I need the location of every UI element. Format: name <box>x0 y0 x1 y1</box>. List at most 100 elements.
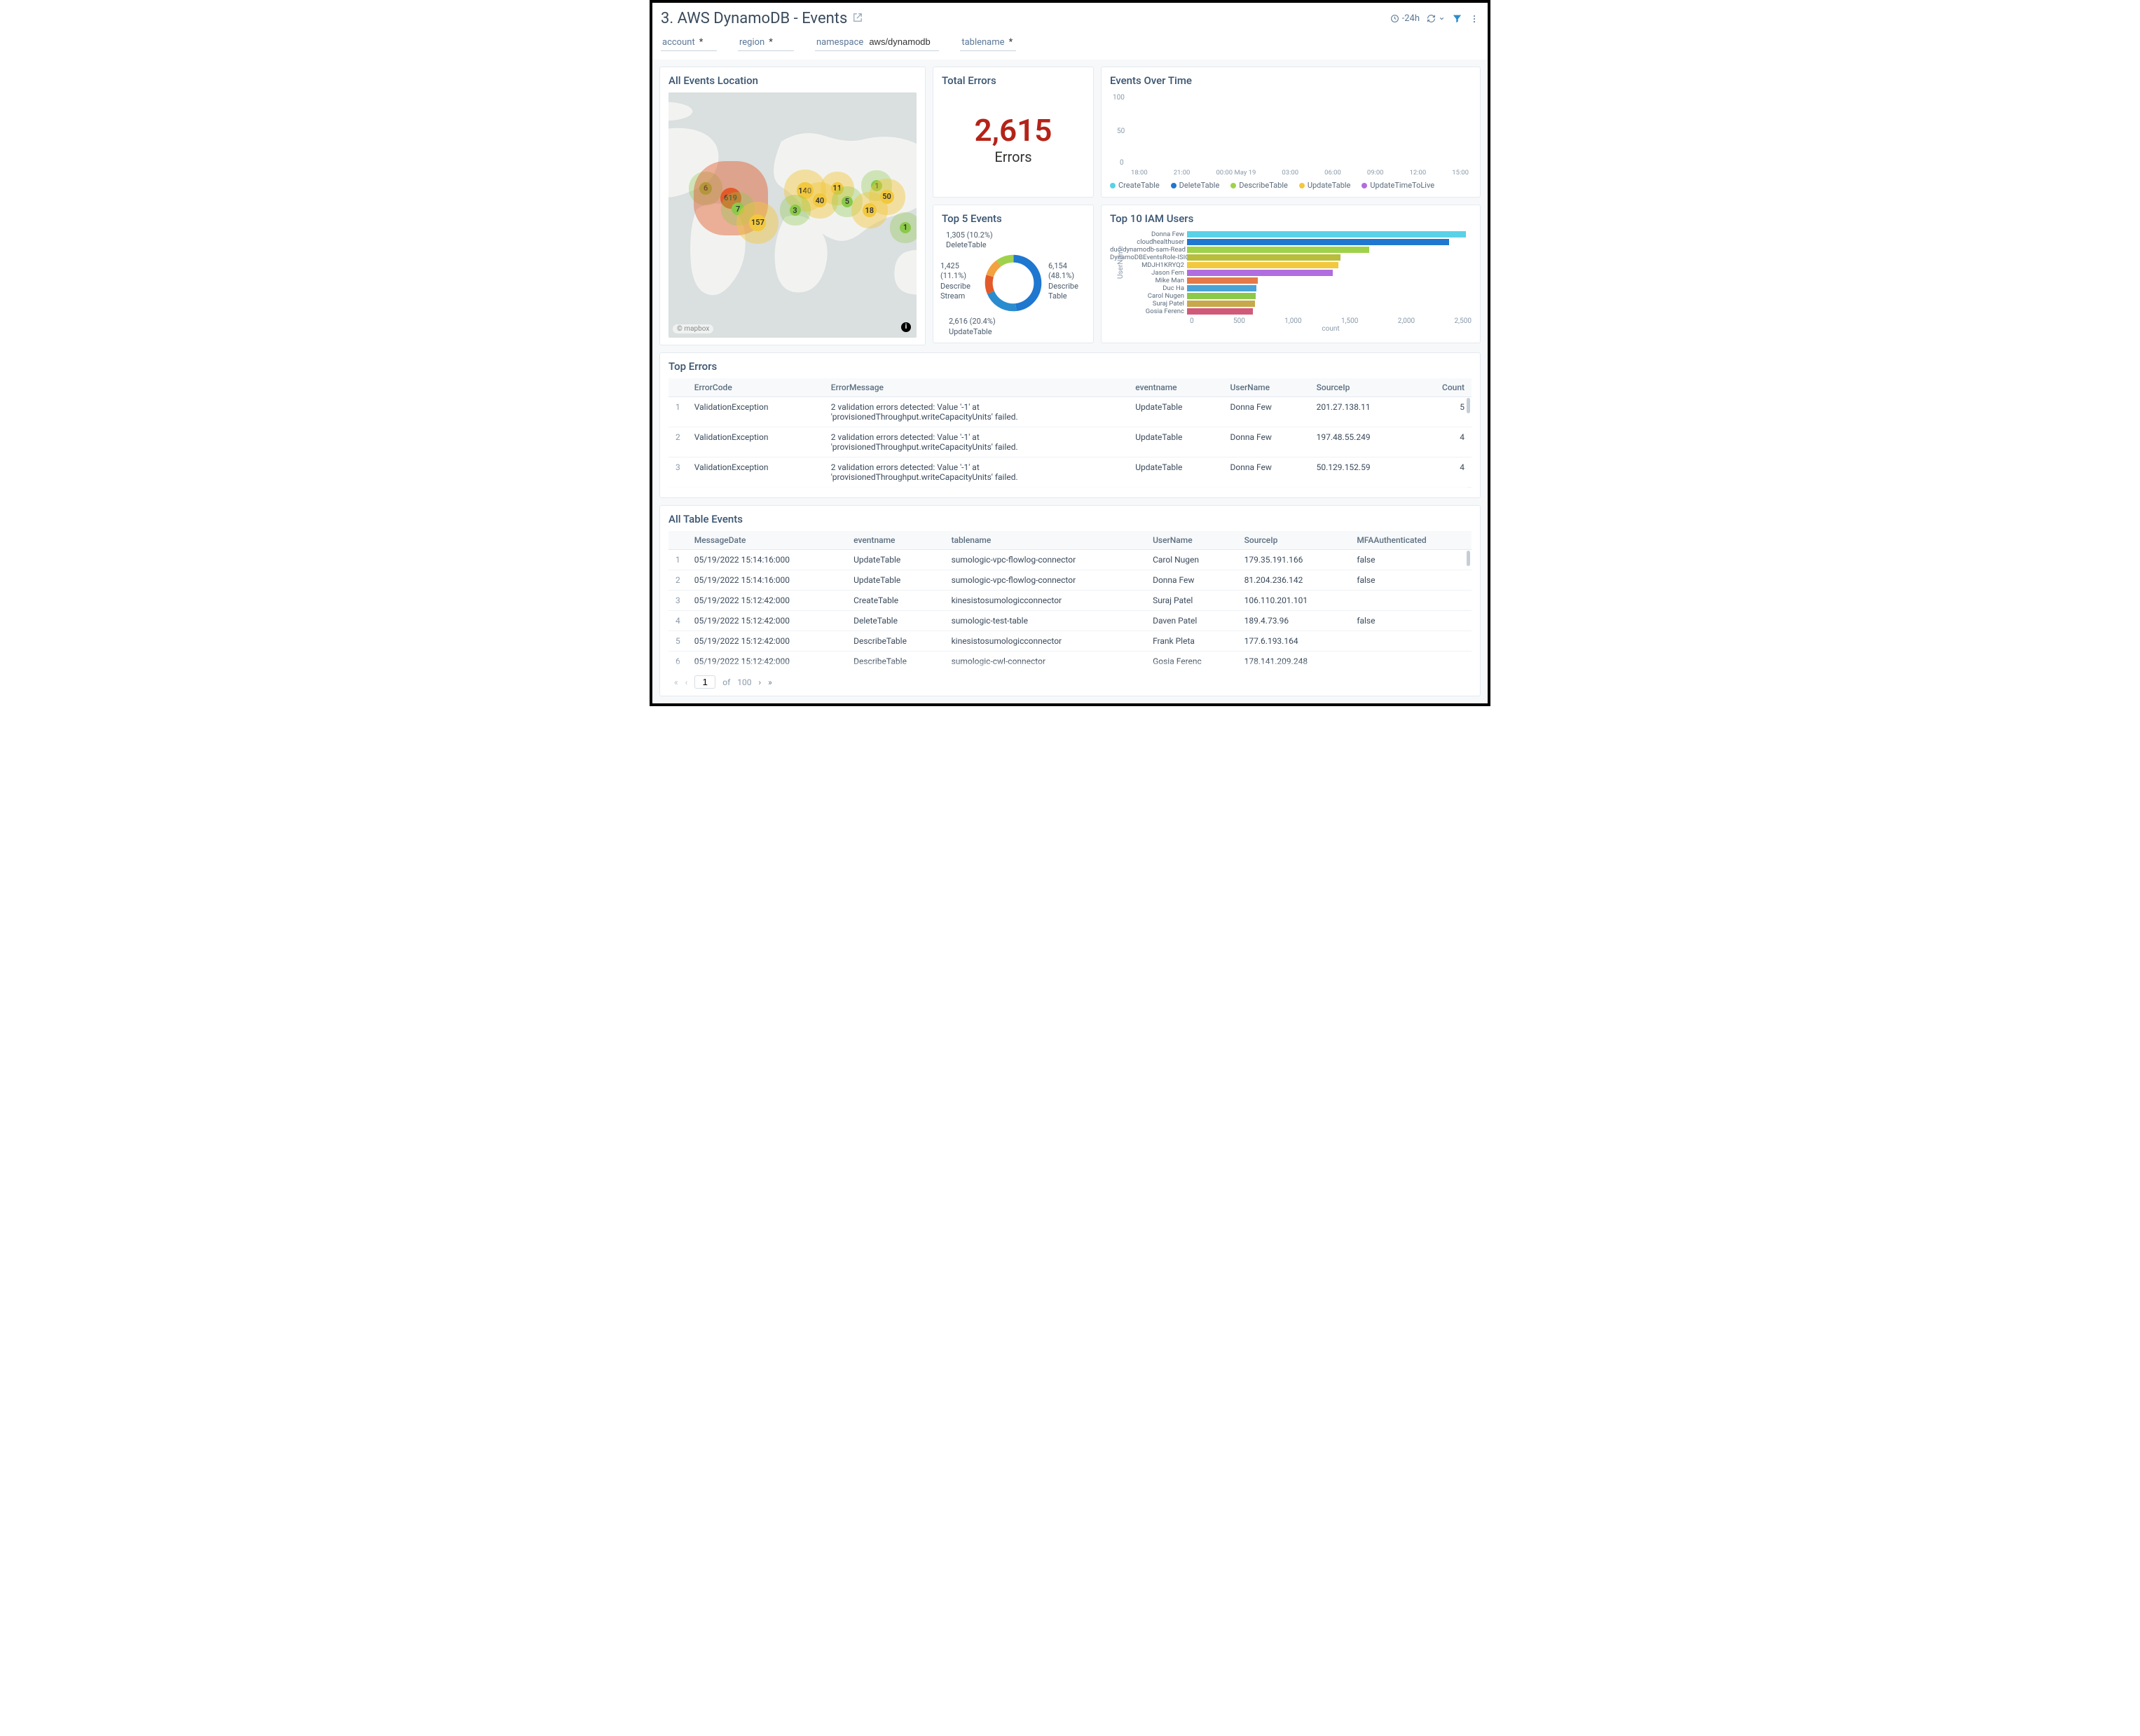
map-bubble[interactable]: 5 <box>842 196 853 207</box>
donut-label: 1,425 (11.1%) Describe Stream <box>940 261 982 301</box>
iam-user-name: Donna Few <box>1110 230 1187 238</box>
iam-bar-row[interactable]: MDJH1KRYQ2 <box>1110 261 1472 269</box>
legend-item[interactable]: DescribeTable <box>1230 181 1288 190</box>
filter-namespace[interactable]: namespace <box>815 34 939 51</box>
table-row[interactable]: 305/19/2022 15:12:42:000CreateTablekines… <box>668 591 1472 611</box>
world-map[interactable]: 66197157140403115150181 © mapbox i <box>668 92 917 338</box>
scrollbar-thumb[interactable] <box>1467 551 1470 566</box>
col-header[interactable]: eventname <box>846 531 944 550</box>
map-bubble[interactable]: 11 <box>831 182 844 195</box>
pager-page-input[interactable] <box>694 675 715 689</box>
x-tick: 15:00 <box>1452 169 1469 177</box>
col-header[interactable]: UserName <box>1146 531 1237 550</box>
filter-tablename[interactable]: tablename * <box>960 36 1016 51</box>
col-header[interactable]: ErrorCode <box>687 378 824 397</box>
page-title: 3. AWS DynamoDB - Events <box>661 10 847 27</box>
table-row[interactable]: 405/19/2022 15:12:42:000DeleteTablesumol… <box>668 611 1472 631</box>
map-bubble[interactable]: 50 <box>880 190 894 204</box>
namespace-input[interactable] <box>867 36 938 48</box>
col-header[interactable]: UserName <box>1223 378 1309 397</box>
iam-bar-row[interactable]: Jason Fem <box>1110 269 1472 277</box>
x-tick: 18:00 <box>1131 169 1148 177</box>
panel-title: Total Errors <box>942 74 1085 87</box>
iam-bar-row[interactable]: Carol Nugen <box>1110 292 1472 300</box>
refresh-button[interactable] <box>1427 14 1445 23</box>
donut-chart <box>981 251 1045 315</box>
pager-first[interactable]: « <box>674 677 678 687</box>
popout-icon[interactable] <box>853 13 863 25</box>
col-header[interactable]: Count <box>1429 378 1472 397</box>
map-bubble[interactable]: 3 <box>790 205 801 216</box>
y-tick: 100 <box>1113 94 1125 102</box>
iam-bar-row[interactable]: cloudhealthuser <box>1110 238 1472 246</box>
map-bubble[interactable]: 157 <box>749 214 766 231</box>
col-header[interactable]: SourceIp <box>1237 531 1350 550</box>
pager-next[interactable]: › <box>759 677 762 687</box>
table-row[interactable]: 2ValidationException2 validation errors … <box>668 427 1472 457</box>
iam-bar-row[interactable]: Mike Man <box>1110 277 1472 284</box>
time-range-picker[interactable]: -24h <box>1390 13 1420 24</box>
scrollbar-thumb[interactable] <box>1467 398 1470 413</box>
legend-item[interactable]: UpdateTimeToLive <box>1361 181 1434 190</box>
legend-item[interactable]: CreateTable <box>1110 181 1160 190</box>
mapbox-attribution: © mapbox <box>673 324 713 333</box>
iam-bar-row[interactable]: Donna Few <box>1110 230 1472 238</box>
col-header[interactable]: eventname <box>1128 378 1223 397</box>
filter-label: namespace <box>816 37 863 48</box>
pager-of: of <box>722 677 730 687</box>
filter-button[interactable] <box>1452 13 1462 24</box>
map-bubble[interactable]: 140 <box>797 182 814 199</box>
map-bubble[interactable]: 6 <box>699 182 712 195</box>
x-tick: 2,000 <box>1398 317 1415 325</box>
kebab-menu[interactable] <box>1469 14 1479 24</box>
pager-last[interactable]: » <box>768 677 772 687</box>
map-info-icon[interactable]: i <box>901 322 911 332</box>
iam-bar-row[interactable]: DynamoDBEventsRole-ISIQ <box>1110 254 1472 261</box>
table-row[interactable]: 205/19/2022 15:14:16:000UpdateTablesumol… <box>668 570 1472 591</box>
x-tick: 0 <box>1190 317 1194 325</box>
pager-prev[interactable]: ‹ <box>685 677 688 687</box>
map-bubble[interactable]: 7 <box>732 202 744 215</box>
panel-title: Top Errors <box>668 360 1472 373</box>
time-range-label: -24h <box>1402 13 1420 24</box>
chevron-down-icon <box>1439 15 1445 22</box>
table-row[interactable]: 505/19/2022 15:12:42:000DescribeTablekin… <box>668 631 1472 652</box>
events-timechart[interactable]: 100 50 0 18:0021:0000:00 May 1903:0006:0… <box>1110 92 1472 177</box>
iam-barchart[interactable]: UserName Donna Fewcloudhealthuserduc-dyn… <box>1110 230 1472 315</box>
col-header[interactable]: tablename <box>945 531 1146 550</box>
donut-label: 2,616 (20.4%) UpdateTable <box>949 317 1008 337</box>
filter-region[interactable]: region * <box>738 36 794 51</box>
y-tick: 50 <box>1117 128 1125 135</box>
x-tick: 09:00 <box>1367 169 1384 177</box>
map-bubble[interactable]: 18 <box>863 203 877 217</box>
top5-donut[interactable]: 1,305 (10.2%) DeleteTable 1,425 (11.1%) … <box>942 230 1085 336</box>
filter-account[interactable]: account * <box>661 36 717 51</box>
panel-all-events-location: All Events Location 6619715714 <box>659 67 926 345</box>
iam-bar-row[interactable]: duc-dynamodb-sam-Read <box>1110 246 1472 254</box>
table-row[interactable]: 1ValidationException2 validation errors … <box>668 397 1472 427</box>
panel-top10-iam-users: Top 10 IAM Users UserName Donna Fewcloud… <box>1101 205 1481 343</box>
legend-item[interactable]: UpdateTable <box>1299 181 1351 190</box>
table-row[interactable]: 105/19/2022 15:14:16:000UpdateTablesumol… <box>668 550 1472 570</box>
legend-item[interactable]: DeleteTable <box>1171 181 1220 190</box>
top-errors-table[interactable]: ErrorCodeErrorMessageeventnameUserNameSo… <box>668 378 1472 490</box>
map-bubble[interactable]: 40 <box>813 193 827 207</box>
x-tick: 2,500 <box>1455 317 1472 325</box>
panel-title: Events Over Time <box>1110 74 1472 87</box>
all-events-table[interactable]: MessageDateeventnametablenameUserNameSou… <box>668 531 1472 671</box>
col-header[interactable]: MessageDate <box>687 531 846 550</box>
iam-bar-row[interactable]: Suraj Patel <box>1110 300 1472 308</box>
panel-top5-events: Top 5 Events 1,305 (10.2%) DeleteTable <box>933 205 1094 343</box>
x-tick: 06:00 <box>1324 169 1341 177</box>
map-bubble[interactable]: 1 <box>900 222 911 233</box>
funnel-icon <box>1452 13 1462 24</box>
map-bubble[interactable]: 1 <box>871 180 882 191</box>
iam-bar-row[interactable]: Duc Ha <box>1110 284 1472 292</box>
col-header[interactable]: ErrorMessage <box>824 378 1128 397</box>
panel-title: All Table Events <box>668 513 1472 525</box>
col-header[interactable]: SourceIp <box>1310 378 1429 397</box>
col-header[interactable]: MFAAuthenticated <box>1350 531 1472 550</box>
panel-top-errors: Top Errors ErrorCodeErrorMessageeventnam… <box>659 352 1481 498</box>
iam-bar-row[interactable]: Gosia Ferenc <box>1110 308 1472 315</box>
filter-value: * <box>769 37 773 48</box>
